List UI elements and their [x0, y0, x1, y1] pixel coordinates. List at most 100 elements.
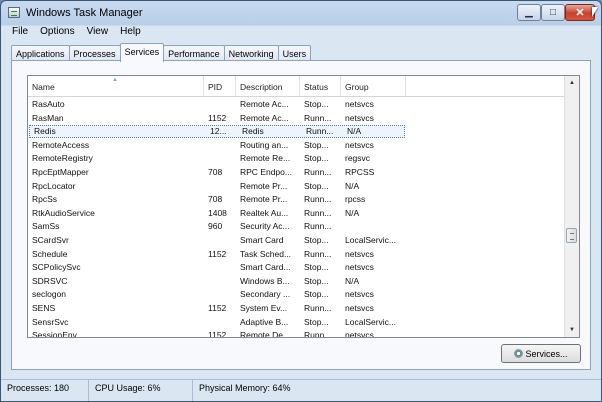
cell-pid: 1152 [208, 303, 227, 313]
cell-status: Runn... [304, 207, 332, 218]
cell-group: regsvc [345, 153, 371, 164]
table-row[interactable]: SDRSVC Windows B... Stop... N/A [28, 275, 566, 288]
table-row[interactable]: Redis 12... Redis Runn... N/A [29, 125, 405, 139]
cell-pid: 1152 [208, 112, 227, 123]
scroll-down-arrow-icon[interactable]: ▼ [565, 323, 579, 337]
cell-status: Stop... [304, 262, 329, 273]
column-header-status[interactable]: Status [300, 76, 341, 96]
cell-group: netsvcs [345, 330, 374, 338]
column-header-pid[interactable]: PID [204, 76, 236, 96]
status-bar: Processes: 180 CPU Usage: 6% Physical Me… [1, 379, 601, 401]
cell-pid [204, 152, 240, 165]
title-bar[interactable]: Windows Task Manager ▁ □ ✕ [1, 1, 601, 25]
table-row[interactable]: RemoteRegistry Remote Re... Stop... regsvc [28, 152, 566, 165]
task-manager-icon [8, 7, 20, 18]
table-row[interactable]: SCPolicySvc Smart Card... Stop... netsvcs [28, 261, 566, 274]
services-gear-icon [514, 349, 524, 358]
cell-group: LocalServic... [345, 235, 397, 245]
menu-options[interactable]: Options [34, 25, 80, 40]
cell-pid [204, 98, 240, 111]
table-row[interactable]: Schedule 1152 Task Sched... Runn... netsvcs [28, 248, 566, 261]
cell-description: Security Ac... [240, 221, 290, 232]
cell-name: RemoteAccess [32, 139, 90, 150]
cell-status: Stop... [304, 139, 329, 150]
cell-name: RpcSs [32, 194, 58, 205]
cell-status: Stop... [304, 316, 329, 327]
table-row[interactable]: RasAuto Remote Ac... Stop... netsvcs [28, 98, 566, 111]
tab-services[interactable]: Services [119, 43, 165, 62]
cell-status: Stop... [304, 99, 329, 109]
table-row[interactable]: RemoteAccess Routing an... Stop... netsvcs [28, 139, 566, 152]
cell-name: RpcLocator [32, 180, 76, 191]
table-row[interactable]: SensrSvc Adaptive B... Stop... LocalServic.… [28, 316, 566, 329]
cell-status: Stop... [304, 235, 329, 245]
column-header-group[interactable]: Group [341, 76, 406, 96]
table-row[interactable]: RpcEptMapper 708 RPC Endpo... Runn... RPCSS [28, 166, 566, 179]
cell-group: N/A [345, 180, 360, 191]
minimize-button[interactable]: ▁ [517, 4, 541, 21]
cell-status: Runn... [304, 167, 332, 177]
task-manager-window: Windows Task Manager ▁ □ ✕ File Options … [0, 0, 602, 402]
column-header-description[interactable]: Description [236, 76, 300, 96]
cell-status: Stop... [304, 153, 329, 164]
table-row[interactable]: RpcLocator Remote Pr... Stop... N/A [28, 180, 566, 193]
cell-description: RPC Endpo... [240, 167, 292, 177]
menu-bar: File Options View Help [6, 25, 147, 40]
table-row[interactable]: SCardSvr Smart Card Stop... LocalServic... [28, 234, 566, 247]
cell-group: netsvcs [345, 289, 374, 300]
table-row[interactable]: SessionEnv 1152 Remote De... Runn... netsvcs [28, 329, 566, 338]
cell-name: SCPolicySvc [32, 262, 81, 273]
cell-name: RemoteRegistry [32, 153, 93, 164]
cell-status: Runn... [304, 330, 332, 338]
cell-status: Stop... [304, 180, 329, 191]
cell-group: netsvcs [345, 139, 374, 150]
table-row[interactable]: SamSs 960 Security Ac... Runn... [28, 220, 566, 233]
cell-pid: 960 [208, 221, 223, 232]
close-button[interactable]: ✕ [565, 4, 595, 21]
cell-description: Remote Pr... [240, 194, 288, 205]
cell-group: N/A [345, 275, 360, 286]
services-button-label: Services... [525, 348, 568, 359]
status-processes: Processes: 180 [1, 380, 89, 401]
cell-group: netsvcs [345, 303, 374, 313]
services-panel: Name ▲ PID Description Status Group RasA… [11, 60, 591, 370]
cell-pid: 1152 [208, 330, 227, 338]
table-row[interactable]: seclogon Secondary ... Stop... netsvcs [28, 288, 566, 301]
table-row[interactable]: RpcSs 708 Remote Pr... Runn... rpcss [28, 193, 566, 206]
scrollbar-thumb[interactable] [566, 228, 577, 243]
cell-pid: 708 [208, 194, 223, 205]
cell-name: RpcEptMapper [32, 167, 89, 177]
maximize-button[interactable]: □ [541, 4, 565, 21]
menu-file[interactable]: File [6, 25, 34, 40]
scroll-up-arrow-icon[interactable]: ▲ [565, 76, 579, 90]
mouse-cursor-icon [592, 7, 598, 17]
cell-name: SENS [32, 303, 56, 313]
menu-view[interactable]: View [81, 25, 115, 40]
table-row[interactable]: RasMan 1152 Remote Ac... Runn... netsvcs [28, 112, 566, 125]
cell-name: RtkAudioService [32, 207, 95, 218]
cell-pid: 708 [208, 167, 223, 177]
cell-description: Adaptive B... [240, 316, 289, 327]
cell-description: Remote Pr... [240, 180, 288, 191]
cell-pid: 1408 [208, 207, 227, 218]
vertical-scrollbar[interactable]: ▲ ▼ [564, 76, 579, 337]
cell-status: Runn... [304, 112, 332, 123]
cell-description: Secondary ... [240, 289, 291, 300]
cell-description: Remote Re... [240, 153, 291, 164]
table-row[interactable]: SENS 1152 System Ev... Runn... netsvcs [28, 302, 566, 315]
cell-name: Schedule [32, 248, 68, 259]
cell-name: RasMan [32, 112, 64, 123]
services-list[interactable]: Name ▲ PID Description Status Group RasA… [27, 75, 580, 338]
cell-name: Redis [34, 126, 56, 137]
cell-group: RPCSS [345, 167, 375, 177]
cell-pid [204, 275, 240, 288]
cell-description: Remote Ac... [240, 99, 289, 109]
table-row[interactable]: RtkAudioService 1408 Realtek Au... Runn... N… [28, 207, 566, 220]
cell-name: SCardSvr [32, 235, 69, 245]
menu-help[interactable]: Help [114, 25, 147, 40]
cell-description: Routing an... [240, 139, 289, 150]
cell-pid [204, 234, 240, 247]
services-button[interactable]: Services... [501, 344, 581, 363]
cell-description: Smart Card... [240, 262, 291, 273]
cell-pid [204, 180, 240, 193]
